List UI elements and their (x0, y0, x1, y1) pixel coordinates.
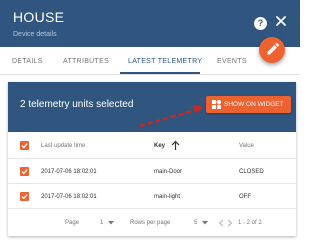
edit-icon (267, 43, 279, 55)
red-arrow-annotation (139, 105, 204, 128)
edit-button[interactable] (259, 37, 285, 63)
